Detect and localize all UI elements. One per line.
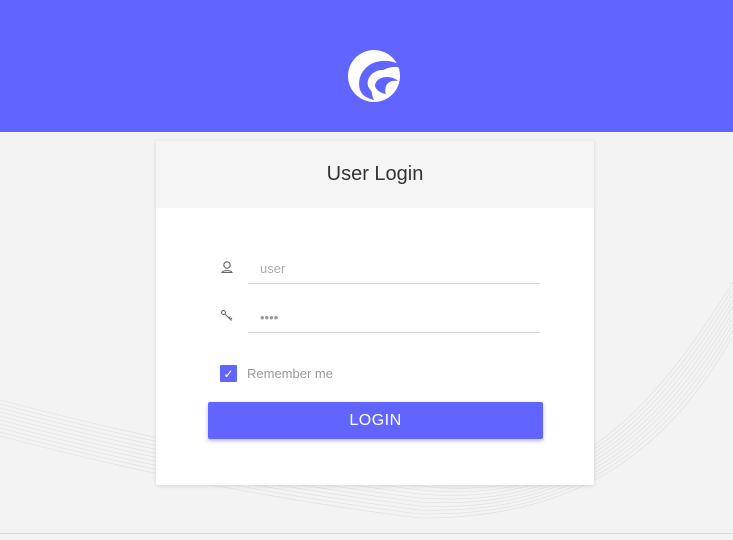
username-field: [220, 254, 542, 286]
login-button[interactable]: LOGIN: [208, 402, 543, 439]
password-input[interactable]: [248, 303, 540, 333]
password-field: [220, 303, 542, 335]
username-input[interactable]: [248, 254, 540, 284]
remember-me-checkbox[interactable]: ✓: [220, 365, 237, 382]
footer-divider: [0, 533, 733, 534]
remember-me-label[interactable]: Remember me: [247, 366, 333, 381]
check-icon: ✓: [223, 366, 234, 381]
login-title: User Login: [156, 141, 594, 208]
wave-logo-icon: [348, 50, 404, 102]
top-banner: [0, 0, 733, 132]
user-icon: [221, 261, 233, 274]
remember-me-row: ✓ Remember me: [220, 365, 333, 382]
key-icon: [220, 309, 233, 321]
login-card: User Login ✓ Remember me LOGIN: [156, 141, 594, 485]
